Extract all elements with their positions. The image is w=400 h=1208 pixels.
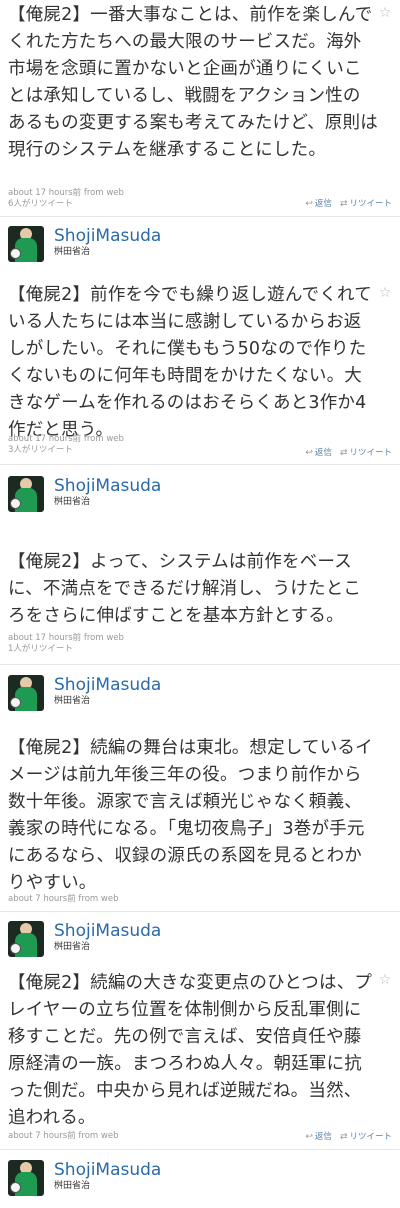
avatar[interactable] bbox=[8, 675, 44, 711]
retweet-button[interactable]: ⇄ リツイート bbox=[340, 1130, 392, 1142]
author-header: ShojiMasuda 桝田省治 bbox=[8, 675, 400, 711]
retweet-count[interactable]: 6人がリツイート bbox=[8, 199, 73, 209]
reply-icon: ↩ bbox=[305, 199, 313, 209]
retweet-button[interactable]: ⇄ リツイート bbox=[340, 197, 392, 209]
author-header: ShojiMasuda 桝田省治 bbox=[8, 921, 400, 957]
star-icon[interactable]: ☆ bbox=[378, 973, 392, 987]
avatar[interactable] bbox=[8, 921, 44, 957]
reply-button[interactable]: ↩ 返信 bbox=[305, 1130, 332, 1142]
tweet-text: 【俺屍2】よって、システムは前作をベースに、不満点をできるだけ解消し、うけたとこ… bbox=[8, 552, 362, 626]
avatar[interactable] bbox=[8, 1160, 44, 1196]
divider bbox=[0, 464, 400, 465]
tweet-text: 【俺屍2】一番大事なことは、前作を楽しんでくれた方たちへの最大限のサービスだ。海… bbox=[8, 5, 378, 160]
star-icon[interactable]: ☆ bbox=[378, 286, 392, 300]
retweet-count[interactable]: 3人がリツイート bbox=[8, 445, 73, 455]
retweet-icon: ⇄ bbox=[339, 1132, 348, 1142]
tweet-timestamp[interactable]: about 17 hours前 from web bbox=[8, 188, 124, 198]
reply-icon: ↩ bbox=[305, 448, 313, 458]
divider bbox=[0, 216, 400, 217]
divider bbox=[0, 911, 400, 912]
divider bbox=[0, 664, 400, 665]
divider bbox=[0, 1149, 400, 1150]
author-username[interactable]: ShojiMasuda bbox=[54, 226, 161, 246]
tweet-timestamp[interactable]: about 7 hours前 from web bbox=[8, 1131, 119, 1141]
tweet-text: 【俺屍2】続編の大きな変更点のひとつは、プレイヤーの立ち位置を体制側から反乱軍側… bbox=[8, 973, 373, 1128]
author-fullname: 桝田省治 bbox=[54, 247, 91, 257]
author-fullname: 桝田省治 bbox=[54, 1181, 91, 1191]
tweet-timestamp[interactable]: about 7 hours前 from web bbox=[8, 894, 119, 904]
author-header: ShojiMasuda 桝田省治 bbox=[8, 1160, 400, 1196]
avatar[interactable] bbox=[8, 226, 44, 262]
author-fullname: 桝田省治 bbox=[54, 942, 91, 952]
author-fullname: 桝田省治 bbox=[54, 497, 91, 507]
author-header: ShojiMasuda 桝田省治 bbox=[8, 226, 400, 262]
author-fullname: 桝田省治 bbox=[54, 696, 91, 706]
retweet-button[interactable]: ⇄ リツイート bbox=[340, 446, 392, 458]
author-username[interactable]: ShojiMasuda bbox=[54, 921, 161, 941]
author-username[interactable]: ShojiMasuda bbox=[54, 1160, 161, 1180]
retweet-icon: ⇄ bbox=[339, 199, 348, 209]
tweet-timestamp[interactable]: about 17 hours前 from web bbox=[8, 633, 124, 643]
retweet-count[interactable]: 1人がリツイート bbox=[8, 644, 73, 654]
star-icon[interactable]: ☆ bbox=[378, 6, 392, 20]
reply-button[interactable]: ↩ 返信 bbox=[305, 446, 332, 458]
retweet-icon: ⇄ bbox=[339, 448, 348, 458]
tweet-timestamp[interactable]: about 17 hours前 from web bbox=[8, 434, 124, 444]
reply-button[interactable]: ↩ 返信 bbox=[305, 197, 332, 209]
tweet-text: 【俺屍2】前作を今でも繰り返し遊んでくれている人たちには本当に感謝しているからお… bbox=[8, 285, 372, 440]
author-username[interactable]: ShojiMasuda bbox=[54, 675, 161, 695]
author-username[interactable]: ShojiMasuda bbox=[54, 476, 161, 496]
tweet-text: 【俺屍2】続編の舞台は東北。想定しているイメージは前九年後三年の役。つまり前作か… bbox=[8, 738, 373, 893]
author-header: ShojiMasuda 桝田省治 bbox=[8, 476, 400, 512]
reply-icon: ↩ bbox=[305, 1132, 313, 1142]
avatar[interactable] bbox=[8, 476, 44, 512]
